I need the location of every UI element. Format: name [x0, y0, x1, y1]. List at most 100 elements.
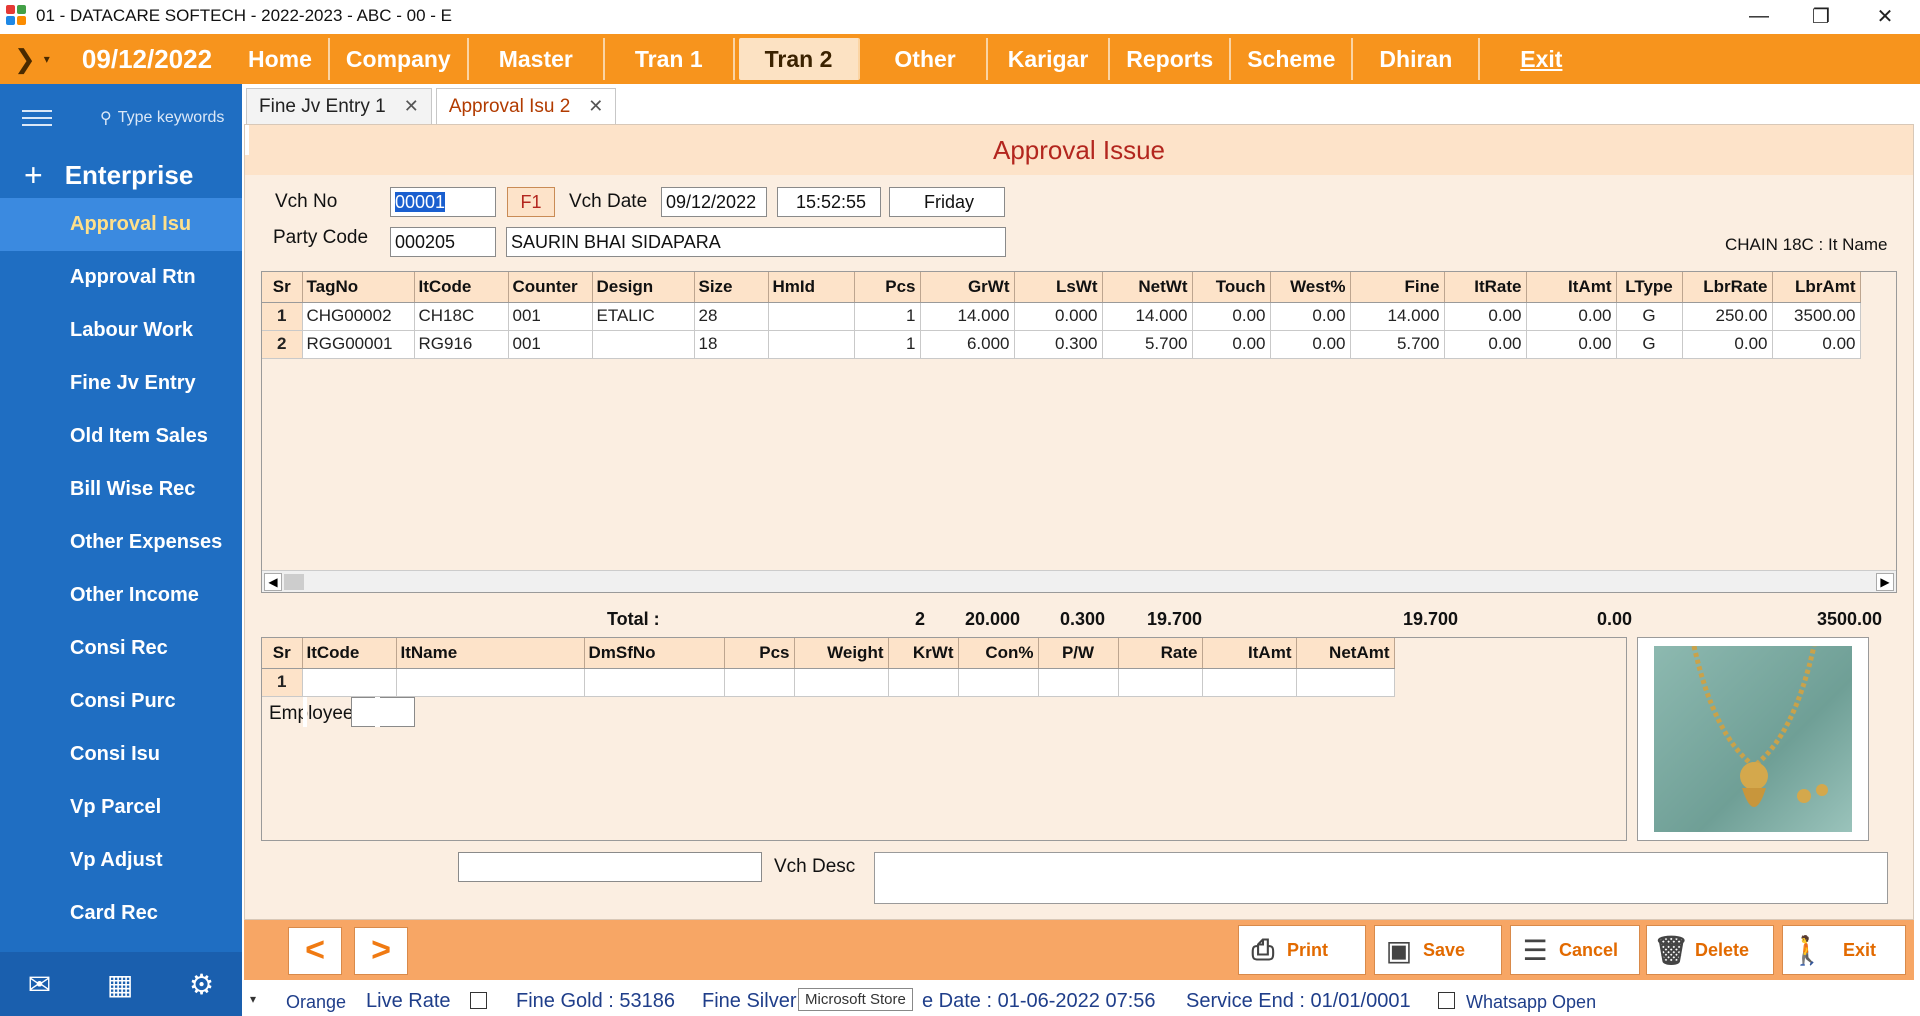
table-row[interactable]: 1 [262, 668, 1395, 697]
table-row[interactable]: 2 RGG00001 RG916 001 18 1 6.000 0.300 5.… [262, 330, 1861, 359]
user-settings-icon[interactable]: ⚙ [189, 968, 214, 1001]
cell-itname[interactable] [396, 668, 585, 697]
sidebar-item-labour-work[interactable]: Labour Work [0, 304, 242, 357]
close-button[interactable]: ✕ [1854, 0, 1916, 32]
scroll-thumb[interactable] [284, 574, 304, 590]
cell-pcs[interactable]: 1 [854, 302, 921, 331]
cell-fine[interactable]: 14.000 [1350, 302, 1445, 331]
menu-toggle-button[interactable]: ❯ ▾ [0, 34, 62, 84]
theme-name[interactable]: Orange [286, 992, 346, 1013]
print-button[interactable]: ⎙ Print [1238, 925, 1366, 975]
cell-lbrrate[interactable]: 250.00 [1682, 302, 1773, 331]
cell-itamt[interactable] [1202, 668, 1297, 697]
cell-west[interactable]: 0.00 [1270, 330, 1351, 359]
menu-tran2[interactable]: Tran 2 [738, 38, 861, 80]
sidebar-item-other-expenses[interactable]: Other Expenses [0, 516, 242, 569]
sidebar-item-consi-purc[interactable]: Consi Purc [0, 675, 242, 728]
cell-grwt[interactable]: 14.000 [920, 302, 1015, 331]
cancel-button[interactable]: ☰ Cancel [1510, 925, 1640, 975]
menu-reports[interactable]: Reports [1110, 38, 1232, 80]
menu-tran1[interactable]: Tran 1 [605, 38, 735, 80]
tab-fine-jv-entry[interactable]: Fine Jv Entry 1 ✕ [246, 88, 432, 124]
vch-no-input[interactable]: 00001 [390, 187, 496, 217]
cell-itcode[interactable] [302, 668, 397, 697]
menu-exit[interactable]: Exit [1480, 38, 1602, 80]
cell-lswt[interactable]: 0.300 [1014, 330, 1103, 359]
cell-ltype[interactable]: G [1616, 330, 1683, 359]
restore-button[interactable]: ❐ [1790, 0, 1852, 32]
cell-pcs[interactable]: 1 [854, 330, 921, 359]
minimize-button[interactable]: — [1728, 0, 1790, 32]
employee-name-input[interactable] [458, 852, 762, 882]
horizontal-scrollbar[interactable]: ◀ ▶ [262, 570, 1896, 592]
cell-krwt[interactable] [888, 668, 959, 697]
sidebar-item-vp-parcel[interactable]: Vp Parcel [0, 781, 242, 834]
sidebar-search[interactable]: ⚲ Type keywords [100, 108, 224, 128]
cell-hmid[interactable] [768, 330, 855, 359]
sidebar-item-approval-rtn[interactable]: Approval Rtn [0, 251, 242, 304]
vch-date-input[interactable]: 09/12/2022 [661, 187, 767, 217]
cell-weight[interactable] [794, 668, 889, 697]
delete-button[interactable]: 🗑 Delete [1646, 925, 1774, 975]
chevron-down-icon[interactable]: ▾ [250, 992, 256, 1006]
sidebar-item-bill-wise-rec[interactable]: Bill Wise Rec [0, 463, 242, 516]
cell-itcode[interactable]: RG916 [414, 330, 509, 359]
cell-counter[interactable]: 001 [508, 302, 593, 331]
menu-dhiran[interactable]: Dhiran [1353, 38, 1481, 80]
cell-netwt[interactable]: 14.000 [1102, 302, 1193, 331]
diamond-grid[interactable]: Sr ItCode ItName DmSfNo Pcs Weight KrWt … [261, 637, 1627, 841]
cell-size[interactable]: 28 [694, 302, 769, 331]
cell-ltype[interactable]: G [1616, 302, 1683, 331]
cell-lbrrate[interactable]: 0.00 [1682, 330, 1773, 359]
cell-itrate[interactable]: 0.00 [1444, 330, 1527, 359]
cell-pw[interactable] [1038, 668, 1119, 697]
cell-touch[interactable]: 0.00 [1192, 302, 1271, 331]
vch-day-input[interactable]: Friday [889, 187, 1005, 217]
mail-icon[interactable]: ✉ [28, 968, 51, 1001]
menu-master[interactable]: Master [469, 38, 605, 80]
calendar-icon[interactable]: ▦ [107, 968, 133, 1001]
cell-netamt[interactable] [1296, 668, 1395, 697]
cell-lswt[interactable]: 0.000 [1014, 302, 1103, 331]
sidebar-section-enterprise[interactable]: + Enterprise [0, 152, 242, 198]
next-button[interactable]: > [354, 927, 408, 975]
cell-west[interactable]: 0.00 [1270, 302, 1351, 331]
live-rate-checkbox[interactable] [470, 992, 487, 1009]
scroll-right-icon[interactable]: ▶ [1876, 573, 1894, 591]
f1-button[interactable]: F1 [507, 187, 555, 217]
cell-grwt[interactable]: 6.000 [920, 330, 1015, 359]
cell-touch[interactable]: 0.00 [1192, 330, 1271, 359]
cell-con[interactable] [958, 668, 1039, 697]
vch-time-input[interactable]: 15:52:55 [777, 187, 881, 217]
cell-pcs[interactable] [724, 668, 795, 697]
scroll-left-icon[interactable]: ◀ [264, 573, 282, 591]
cell-size[interactable]: 18 [694, 330, 769, 359]
cell-rate[interactable] [1118, 668, 1203, 697]
cell-itrate[interactable]: 0.00 [1444, 302, 1527, 331]
menu-scheme[interactable]: Scheme [1231, 38, 1354, 80]
table-row[interactable]: 1 CHG00002 CH18C 001 ETALIC 28 1 14.000 … [262, 302, 1861, 331]
cell-design[interactable]: ETALIC [592, 302, 695, 331]
hamburger-menu-icon[interactable] [22, 105, 52, 131]
party-name-input[interactable]: SAURIN BHAI SIDAPARA [506, 227, 1006, 257]
whatsapp-checkbox[interactable] [1438, 992, 1455, 1009]
cell-tagno[interactable]: CHG00002 [302, 302, 415, 331]
sidebar-item-consi-rec[interactable]: Consi Rec [0, 622, 242, 675]
cell-lbramt[interactable]: 0.00 [1772, 330, 1861, 359]
cell-itamt[interactable]: 0.00 [1526, 330, 1617, 359]
cell-dmsfno[interactable] [584, 668, 725, 697]
cell-fine[interactable]: 5.700 [1350, 330, 1445, 359]
sidebar-item-vp-adjust[interactable]: Vp Adjust [0, 834, 242, 887]
sidebar-item-other-income[interactable]: Other Income [0, 569, 242, 622]
cell-netwt[interactable]: 5.700 [1102, 330, 1193, 359]
party-code-input[interactable]: 000205 [390, 227, 496, 257]
sidebar-item-approval-isu[interactable]: Approval Isu [0, 198, 242, 251]
save-button[interactable]: ▣ Save [1374, 925, 1502, 975]
close-icon[interactable]: ✕ [588, 96, 603, 117]
sidebar-item-consi-isu[interactable]: Consi Isu [0, 728, 242, 781]
cell-design[interactable] [592, 330, 695, 359]
tab-approval-isu[interactable]: Approval Isu 2 ✕ [435, 88, 617, 124]
menu-company[interactable]: Company [330, 38, 469, 80]
employee-code-input[interactable] [351, 697, 415, 727]
menu-home[interactable]: Home [232, 38, 330, 80]
